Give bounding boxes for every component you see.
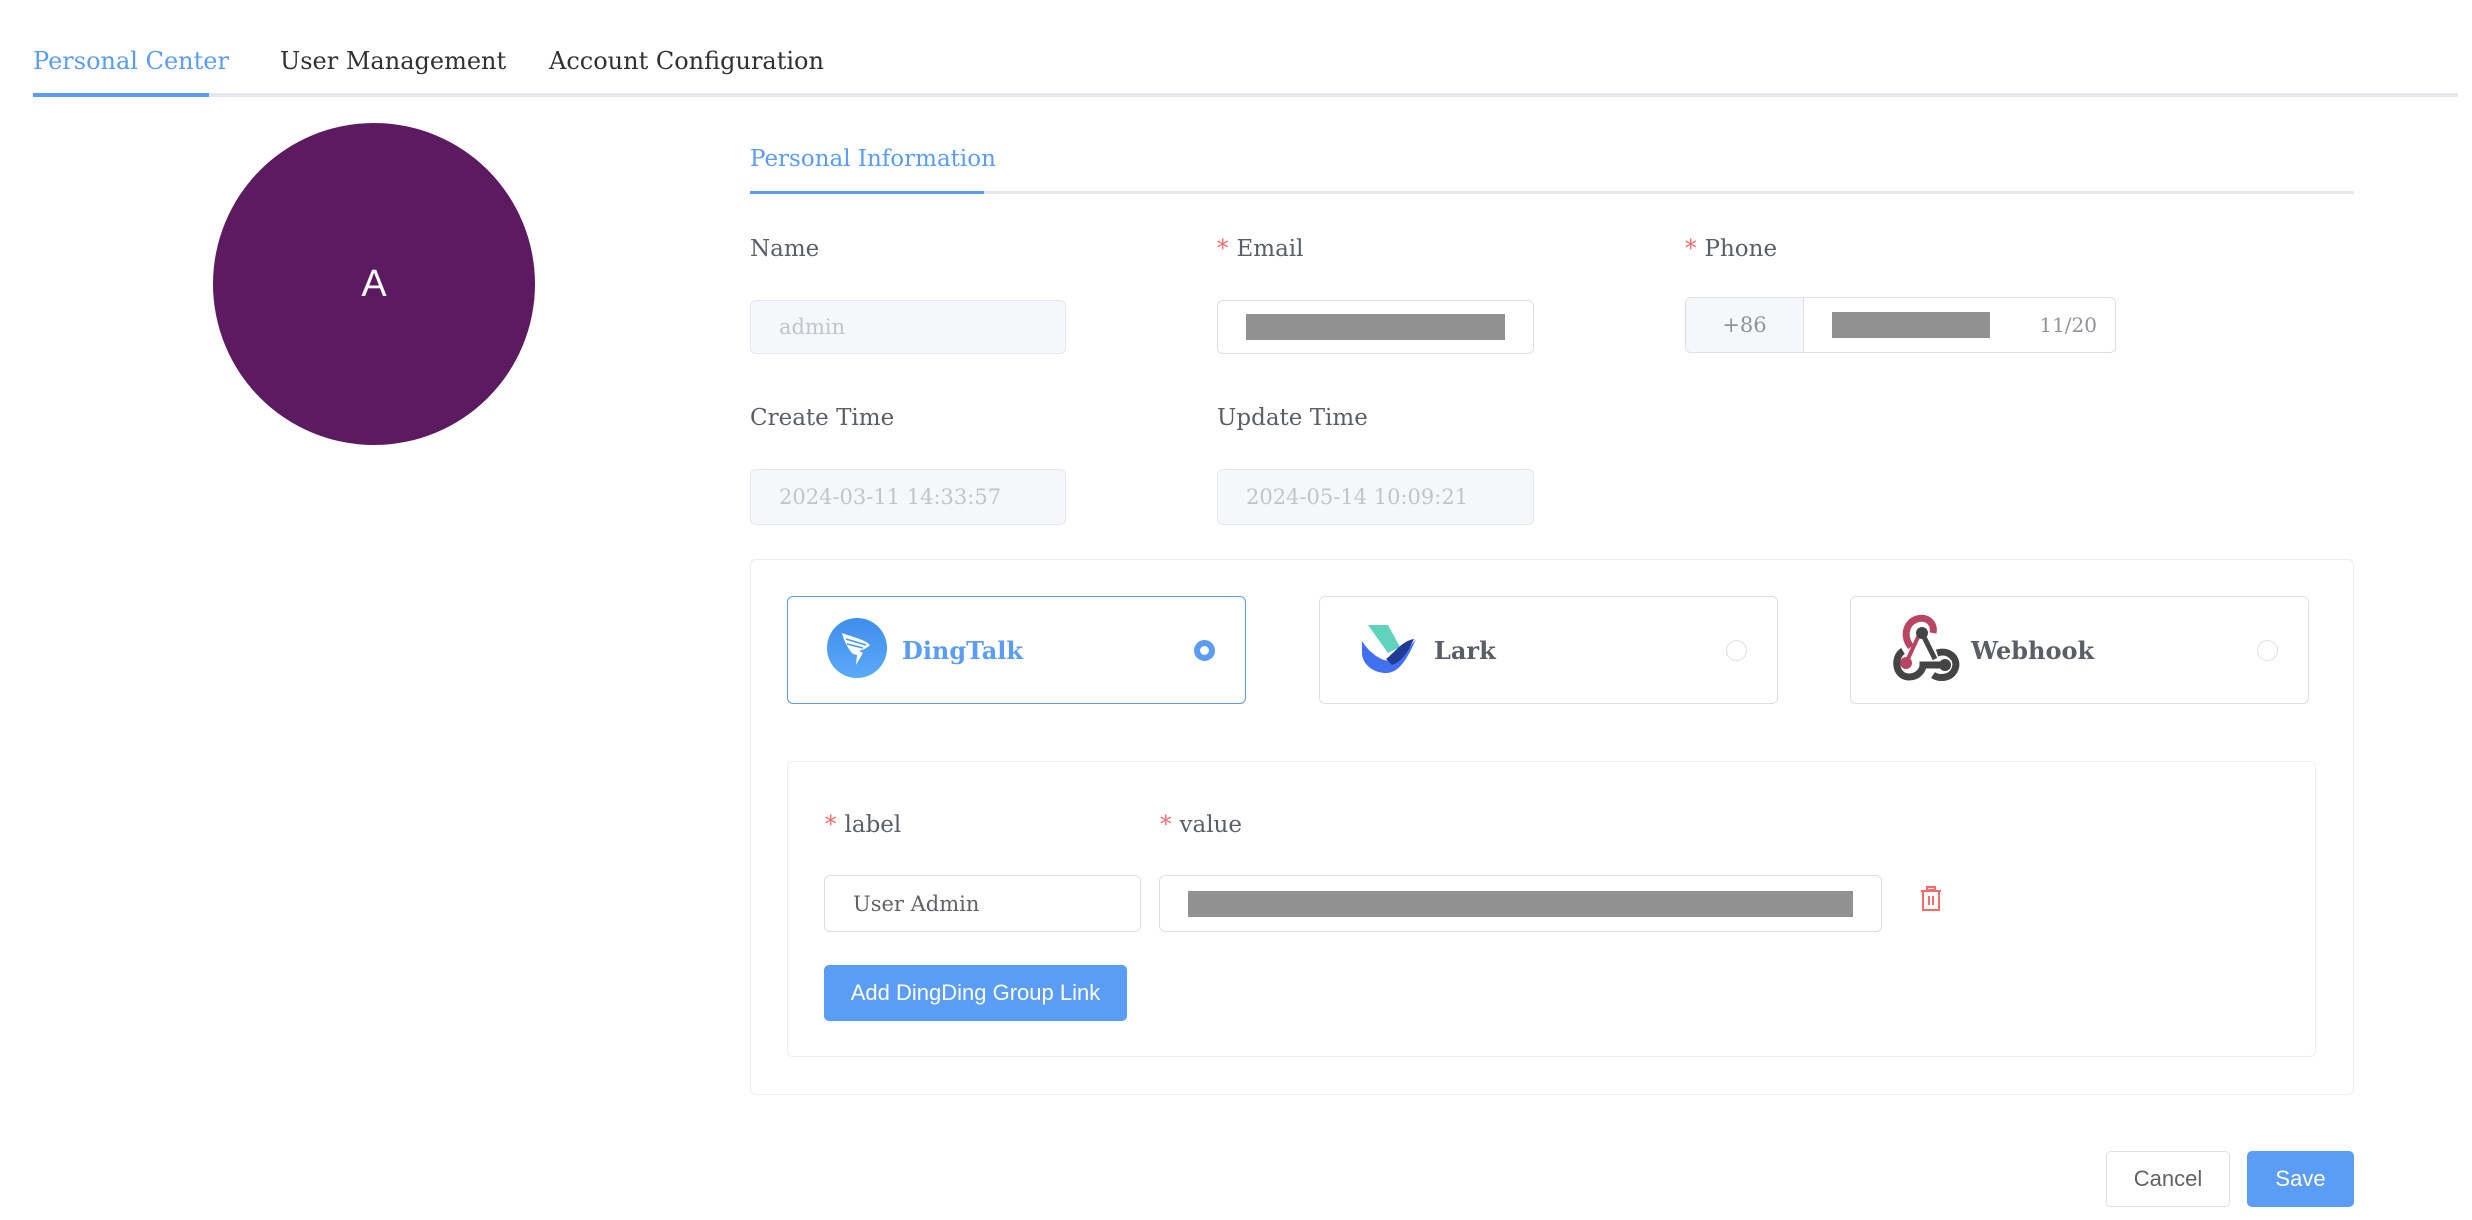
email-label: * Email <box>1217 233 1304 265</box>
trash-icon <box>1920 886 1942 916</box>
create-time-field[interactable]: 2024-03-11 14:33:57 <box>750 469 1066 525</box>
email-label-text: Email <box>1236 236 1304 262</box>
update-time-value: 2024-05-14 10:09:21 <box>1246 485 1469 509</box>
channel-card-lark[interactable]: Lark <box>1319 596 1778 704</box>
cancel-button[interactable]: Cancel <box>2106 1151 2230 1207</box>
delete-link-button[interactable] <box>1920 886 1942 912</box>
link-redacted-value <box>1188 890 1853 917</box>
required-asterisk: * <box>1160 812 1172 838</box>
phone-country-prefix[interactable]: +86 <box>1686 298 1804 352</box>
email-field[interactable] <box>1217 300 1534 354</box>
phone-redacted-value <box>1832 312 1990 338</box>
tab-account-configuration[interactable]: Account Configuration <box>549 44 824 78</box>
tab-personal-center[interactable]: Personal Center <box>33 44 229 78</box>
avatar-initial: A <box>361 262 387 305</box>
link-value-header: * value <box>1160 809 1242 841</box>
link-label-header-text: label <box>844 812 902 838</box>
tab-user-management[interactable]: User Management <box>280 44 506 78</box>
webhook-radio[interactable] <box>2257 640 2278 661</box>
name-label: Name <box>750 233 819 265</box>
email-redacted-value <box>1246 314 1505 340</box>
update-time-field[interactable]: 2024-05-14 10:09:21 <box>1217 469 1534 525</box>
active-tab-indicator <box>33 93 209 97</box>
required-asterisk: * <box>825 812 837 838</box>
avatar[interactable]: A <box>213 123 535 445</box>
save-button[interactable]: Save <box>2247 1151 2354 1207</box>
lark-label: Lark <box>1434 635 1496 665</box>
required-asterisk: * <box>1217 236 1229 262</box>
link-value-input[interactable] <box>1159 875 1882 932</box>
name-value: admin <box>779 315 846 339</box>
phone-label-text: Phone <box>1704 236 1778 262</box>
section-tab-indicator <box>750 191 984 194</box>
create-time-value: 2024-03-11 14:33:57 <box>779 485 1002 509</box>
phone-label: * Phone <box>1685 233 1777 265</box>
dingtalk-label: DingTalk <box>902 635 1024 665</box>
name-field[interactable]: admin <box>750 300 1066 354</box>
tab-personal-information[interactable]: Personal Information <box>750 142 996 176</box>
webhook-icon <box>1889 613 1965 687</box>
lark-radio[interactable] <box>1726 640 1747 661</box>
phone-field[interactable]: +86 11/20 <box>1685 297 2116 353</box>
update-time-label: Update Time <box>1217 405 1368 431</box>
section-divider <box>750 191 2354 194</box>
tabs-divider <box>33 93 2458 97</box>
phone-char-counter: 11/20 <box>2039 313 2097 337</box>
link-label-input[interactable]: User Admin <box>824 875 1141 932</box>
required-asterisk: * <box>1685 236 1697 262</box>
link-value-header-text: value <box>1179 812 1243 838</box>
add-group-link-button[interactable]: Add DingDing Group Link <box>824 965 1127 1021</box>
lark-icon <box>1358 617 1420 683</box>
dingtalk-icon <box>826 617 888 683</box>
webhook-label: Webhook <box>1971 635 2095 665</box>
create-time-label: Create Time <box>750 405 895 431</box>
name-label-text: Name <box>750 236 820 262</box>
link-label-header: * label <box>825 809 901 841</box>
link-label-value: User Admin <box>853 891 980 916</box>
dingtalk-radio[interactable] <box>1194 640 1215 661</box>
channel-card-dingtalk[interactable]: DingTalk <box>787 596 1246 704</box>
phone-input[interactable]: 11/20 <box>1804 298 2115 352</box>
channel-card-webhook[interactable]: Webhook <box>1850 596 2309 704</box>
